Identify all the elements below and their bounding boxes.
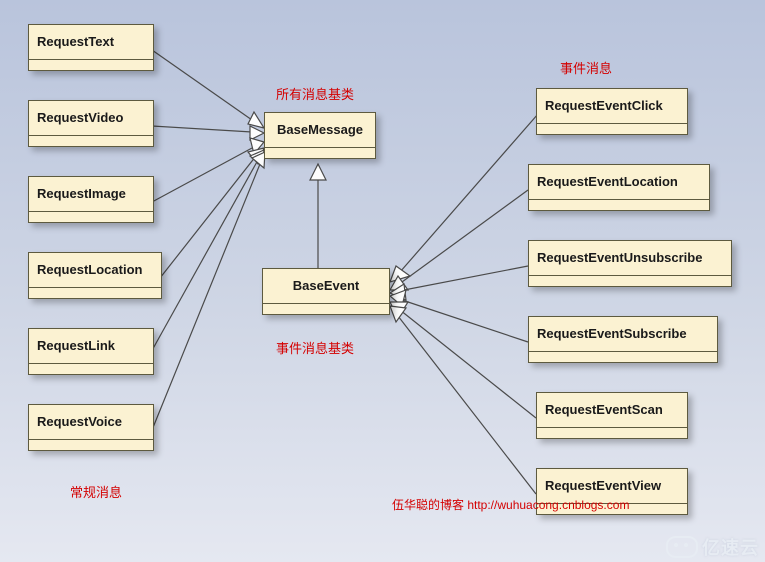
class-body — [537, 123, 687, 134]
class-body — [263, 303, 389, 314]
class-request-event-click: RequestEventClick — [536, 88, 688, 135]
class-body — [537, 427, 687, 438]
label-event-msg-base: 事件消息基类 — [276, 338, 354, 357]
label-regular-msg: 常规消息 — [70, 482, 122, 501]
class-request-text: RequestText — [28, 24, 154, 71]
class-body — [529, 275, 731, 286]
class-title: RequestEventSubscribe — [529, 317, 717, 351]
watermark: 亿速云 — [666, 534, 759, 560]
class-request-link: RequestLink — [28, 328, 154, 375]
diagram-canvas: BaseMessage BaseEvent RequestText Reques… — [0, 0, 765, 562]
class-title: RequestEventClick — [537, 89, 687, 123]
label-all-msg-base: 所有消息基类 — [276, 84, 354, 103]
class-request-event-subscribe: RequestEventSubscribe — [528, 316, 718, 363]
class-request-event-location: RequestEventLocation — [528, 164, 710, 211]
class-base-event: BaseEvent — [262, 268, 390, 315]
class-body — [29, 211, 153, 222]
class-base-message: BaseMessage — [264, 112, 376, 159]
class-body — [529, 351, 717, 362]
class-title: RequestVideo — [29, 101, 153, 135]
class-body — [265, 147, 375, 158]
class-body — [29, 135, 153, 146]
class-body — [29, 439, 153, 450]
class-title: RequestVoice — [29, 405, 153, 439]
class-body — [529, 199, 709, 210]
class-request-event-unsubscribe: RequestEventUnsubscribe — [528, 240, 732, 287]
class-request-video: RequestVideo — [28, 100, 154, 147]
class-body — [29, 59, 153, 70]
class-title: RequestEventUnsubscribe — [529, 241, 731, 275]
class-title: RequestLink — [29, 329, 153, 363]
class-request-image: RequestImage — [28, 176, 154, 223]
class-title: RequestEventLocation — [529, 165, 709, 199]
class-title: RequestText — [29, 25, 153, 59]
class-request-voice: RequestVoice — [28, 404, 154, 451]
label-attribution: 伍华聪的博客 http://wuhuacong.cnblogs.com — [392, 496, 629, 513]
label-event-msg: 事件消息 — [560, 58, 612, 77]
class-body — [29, 287, 161, 298]
class-request-event-scan: RequestEventScan — [536, 392, 688, 439]
class-title: BaseEvent — [263, 269, 389, 303]
cloud-icon — [666, 536, 698, 558]
class-title: RequestEventScan — [537, 393, 687, 427]
class-title: BaseMessage — [265, 113, 375, 147]
class-request-location: RequestLocation — [28, 252, 162, 299]
watermark-text: 亿速云 — [702, 534, 759, 560]
class-title: RequestImage — [29, 177, 153, 211]
class-title: RequestLocation — [29, 253, 161, 287]
class-body — [29, 363, 153, 374]
